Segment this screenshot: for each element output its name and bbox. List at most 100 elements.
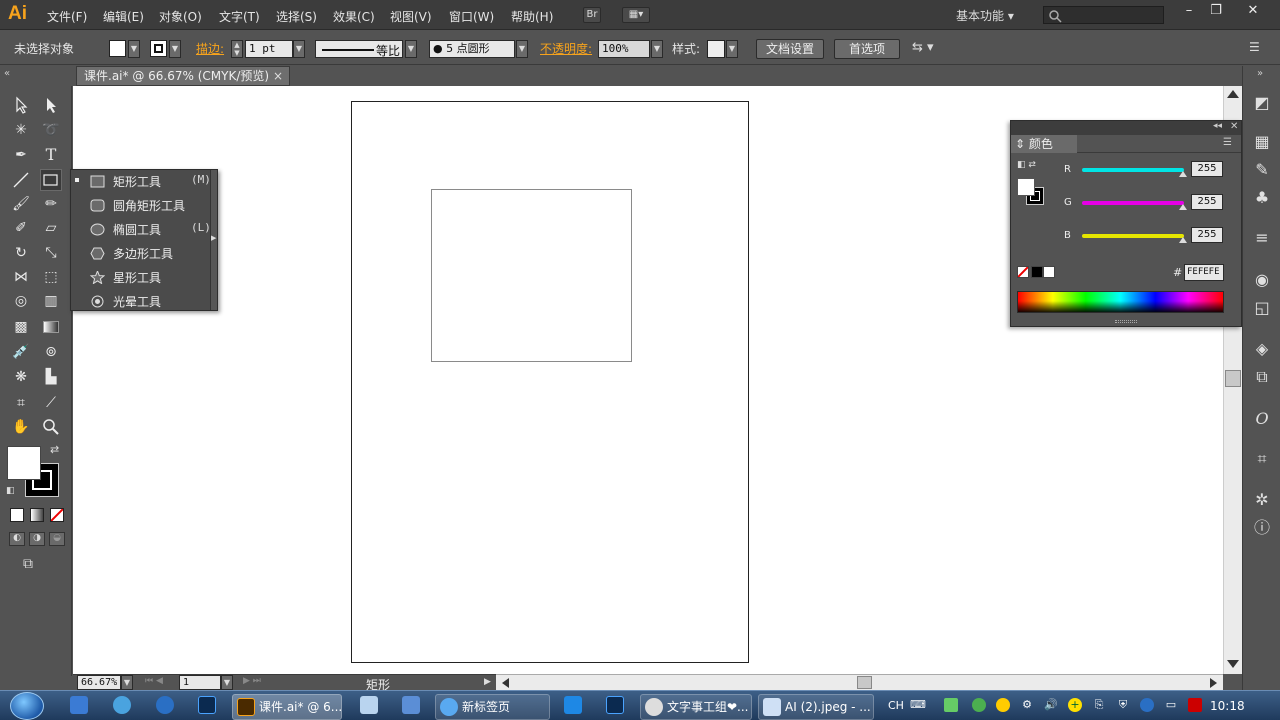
artboard[interactable] (351, 101, 749, 663)
arrange-icon[interactable]: ⇆ ▾ (912, 40, 934, 55)
artboards-panel-icon[interactable]: ◱ (1253, 299, 1271, 317)
taskbar-browser-window[interactable]: 新标签页 (435, 694, 550, 720)
r-slider-handle[interactable] (1179, 171, 1187, 177)
style-swatch[interactable] (707, 40, 725, 58)
menu-help[interactable]: 帮助(H) (511, 8, 553, 25)
chevron-down-icon[interactable]: ▼ (651, 40, 663, 58)
default-colors-icon[interactable]: ◧ (6, 486, 15, 496)
menu-type[interactable]: 文字(T) (219, 8, 260, 25)
panel-fill-box[interactable] (1017, 178, 1035, 196)
rectangle-shape[interactable] (431, 189, 632, 362)
menu-select[interactable]: 选择(S) (276, 8, 317, 25)
chevron-down-icon[interactable]: ▼ (293, 40, 305, 58)
scroll-right-icon[interactable] (1210, 678, 1217, 688)
chevron-down-icon[interactable]: ▼ (516, 40, 528, 58)
layers-panel-icon[interactable]: ◈ (1253, 340, 1271, 358)
eraser-icon[interactable]: ▱ (40, 217, 62, 239)
fill-swatch[interactable] (109, 40, 126, 57)
chevron-down-icon[interactable]: ▼ (121, 675, 133, 690)
resize-grip[interactable] (1115, 320, 1137, 323)
preferences-button[interactable]: 首选项 (834, 39, 900, 59)
acrobat-icon[interactable] (1188, 698, 1202, 712)
keyboard-icon[interactable]: ⌨ (910, 698, 926, 712)
pen-tool-icon[interactable]: ✒ (10, 144, 32, 166)
r-value-field[interactable]: 255 (1191, 161, 1223, 177)
free-transform-icon[interactable]: ⬚ (40, 266, 62, 288)
transparency-panel-icon[interactable]: ◉ (1253, 271, 1271, 289)
symbol-sprayer-icon[interactable]: ❋ (10, 366, 32, 388)
paintbrush-icon[interactable]: 🖌 (10, 193, 32, 215)
chevron-down-icon[interactable]: ▼ (128, 40, 140, 58)
none-swatch-icon[interactable] (1017, 266, 1029, 278)
chevron-down-icon[interactable]: ▼ (726, 40, 738, 58)
horizontal-scrollbar[interactable] (496, 674, 1223, 690)
g-value-field[interactable]: 255 (1191, 194, 1223, 210)
color-panel-tab[interactable]: ⇕ 颜色 (1011, 135, 1077, 153)
tray-k-icon[interactable] (1140, 698, 1154, 712)
menu-object[interactable]: 对象(O) (159, 8, 202, 25)
first-artboard-icon[interactable]: ⏮ ◀ (145, 676, 163, 686)
b-slider[interactable] (1082, 234, 1184, 238)
symbols-panel-icon[interactable]: ♣ (1253, 189, 1271, 207)
mesh-tool-icon[interactable]: ▩ (10, 316, 32, 338)
flyout-item-flare[interactable]: 光晕工具 (71, 290, 217, 314)
menu-file[interactable]: 文件(F) (47, 8, 87, 25)
draw-behind-icon[interactable]: ◑ (29, 532, 45, 546)
b-value-field[interactable]: 255 (1191, 227, 1223, 243)
taskbar-cloud-icon[interactable] (113, 696, 131, 714)
hex-value-field[interactable]: FEFEFE (1184, 264, 1224, 281)
navigator-panel-icon[interactable]: ✲ (1253, 491, 1271, 509)
flyout-item-rectangle[interactable]: 矩形工具 (M) (71, 170, 217, 194)
wechat-icon[interactable] (972, 698, 986, 712)
none-mode-icon[interactable] (50, 508, 64, 522)
flyout-item-polygon[interactable]: 多边形工具 (71, 242, 217, 266)
gradient-mode-icon[interactable] (30, 508, 44, 522)
fill-color-box[interactable] (7, 446, 41, 480)
document-setup-button[interactable]: 文档设置 (756, 39, 824, 59)
stroke-weight-field[interactable]: 1 pt (245, 40, 293, 58)
stroke-weight-stepper[interactable]: ▲ ▼ (231, 40, 243, 58)
brush-select[interactable]: ● 5 点圆形 (429, 40, 515, 58)
flyout-item-star[interactable]: 星形工具 (71, 266, 217, 290)
chevron-down-icon[interactable]: ▼ (169, 40, 181, 58)
taskbar-chat-window[interactable]: 文字事工组❤... (640, 694, 752, 720)
hand-tool-icon[interactable]: ✋ (10, 416, 32, 438)
stroke-swatch[interactable] (150, 40, 167, 57)
lasso-icon[interactable]: ➰ (40, 119, 62, 141)
start-button[interactable] (10, 692, 44, 720)
collapse-panel-icon[interactable]: ◂◂ (1213, 121, 1222, 131)
status-menu-icon[interactable]: ▶ (484, 677, 491, 687)
horizontal-scroll-thumb[interactable] (857, 676, 872, 689)
glyphs-panel-icon[interactable]: O (1253, 410, 1271, 428)
line-tool-icon[interactable] (10, 169, 32, 191)
taskbar-k-icon[interactable] (156, 696, 174, 714)
menu-view[interactable]: 视图(V) (390, 8, 432, 25)
zoom-tool-icon[interactable] (40, 416, 62, 438)
search-input[interactable] (1043, 6, 1164, 24)
rectangle-tool-icon[interactable] (40, 169, 62, 191)
restore-icon[interactable]: ❐ (1206, 3, 1226, 21)
menu-edit[interactable]: 编辑(E) (103, 8, 144, 25)
stroke-label[interactable]: 描边: (196, 40, 224, 57)
screen-mode-icon[interactable]: ⧉ (23, 556, 33, 572)
taskbar-illustrator-window[interactable]: 课件.ai* @ 6... (232, 694, 342, 720)
add-icon[interactable]: + (1068, 698, 1082, 712)
draw-inside-icon[interactable]: ◒ (49, 532, 65, 546)
appearance-panel-icon[interactable]: ◩ (1253, 94, 1271, 112)
network-icon[interactable]: ⚙ (1020, 698, 1034, 712)
taskbar-pin-icon[interactable] (70, 696, 88, 714)
blend-tool-icon[interactable]: ⊚ (40, 341, 62, 363)
white-swatch[interactable] (1043, 266, 1055, 278)
opacity-label[interactable]: 不透明度: (540, 40, 592, 57)
width-tool-icon[interactable]: ⋈ (10, 266, 32, 288)
type-tool-icon[interactable]: T (40, 144, 62, 166)
scale-tool-icon[interactable]: ⤡ (40, 242, 62, 264)
pencil-icon[interactable]: ✏ (40, 193, 62, 215)
security-icon[interactable]: ⛨ (1116, 698, 1130, 712)
close-panel-icon[interactable]: ✕ (1230, 121, 1238, 132)
black-swatch[interactable] (1031, 266, 1043, 278)
collapse-icon[interactable]: « (4, 68, 10, 79)
info-panel-icon[interactable]: ⓘ (1253, 519, 1271, 537)
device-icon[interactable]: ⎘ (1092, 698, 1106, 712)
photoshop-icon[interactable] (606, 696, 624, 714)
